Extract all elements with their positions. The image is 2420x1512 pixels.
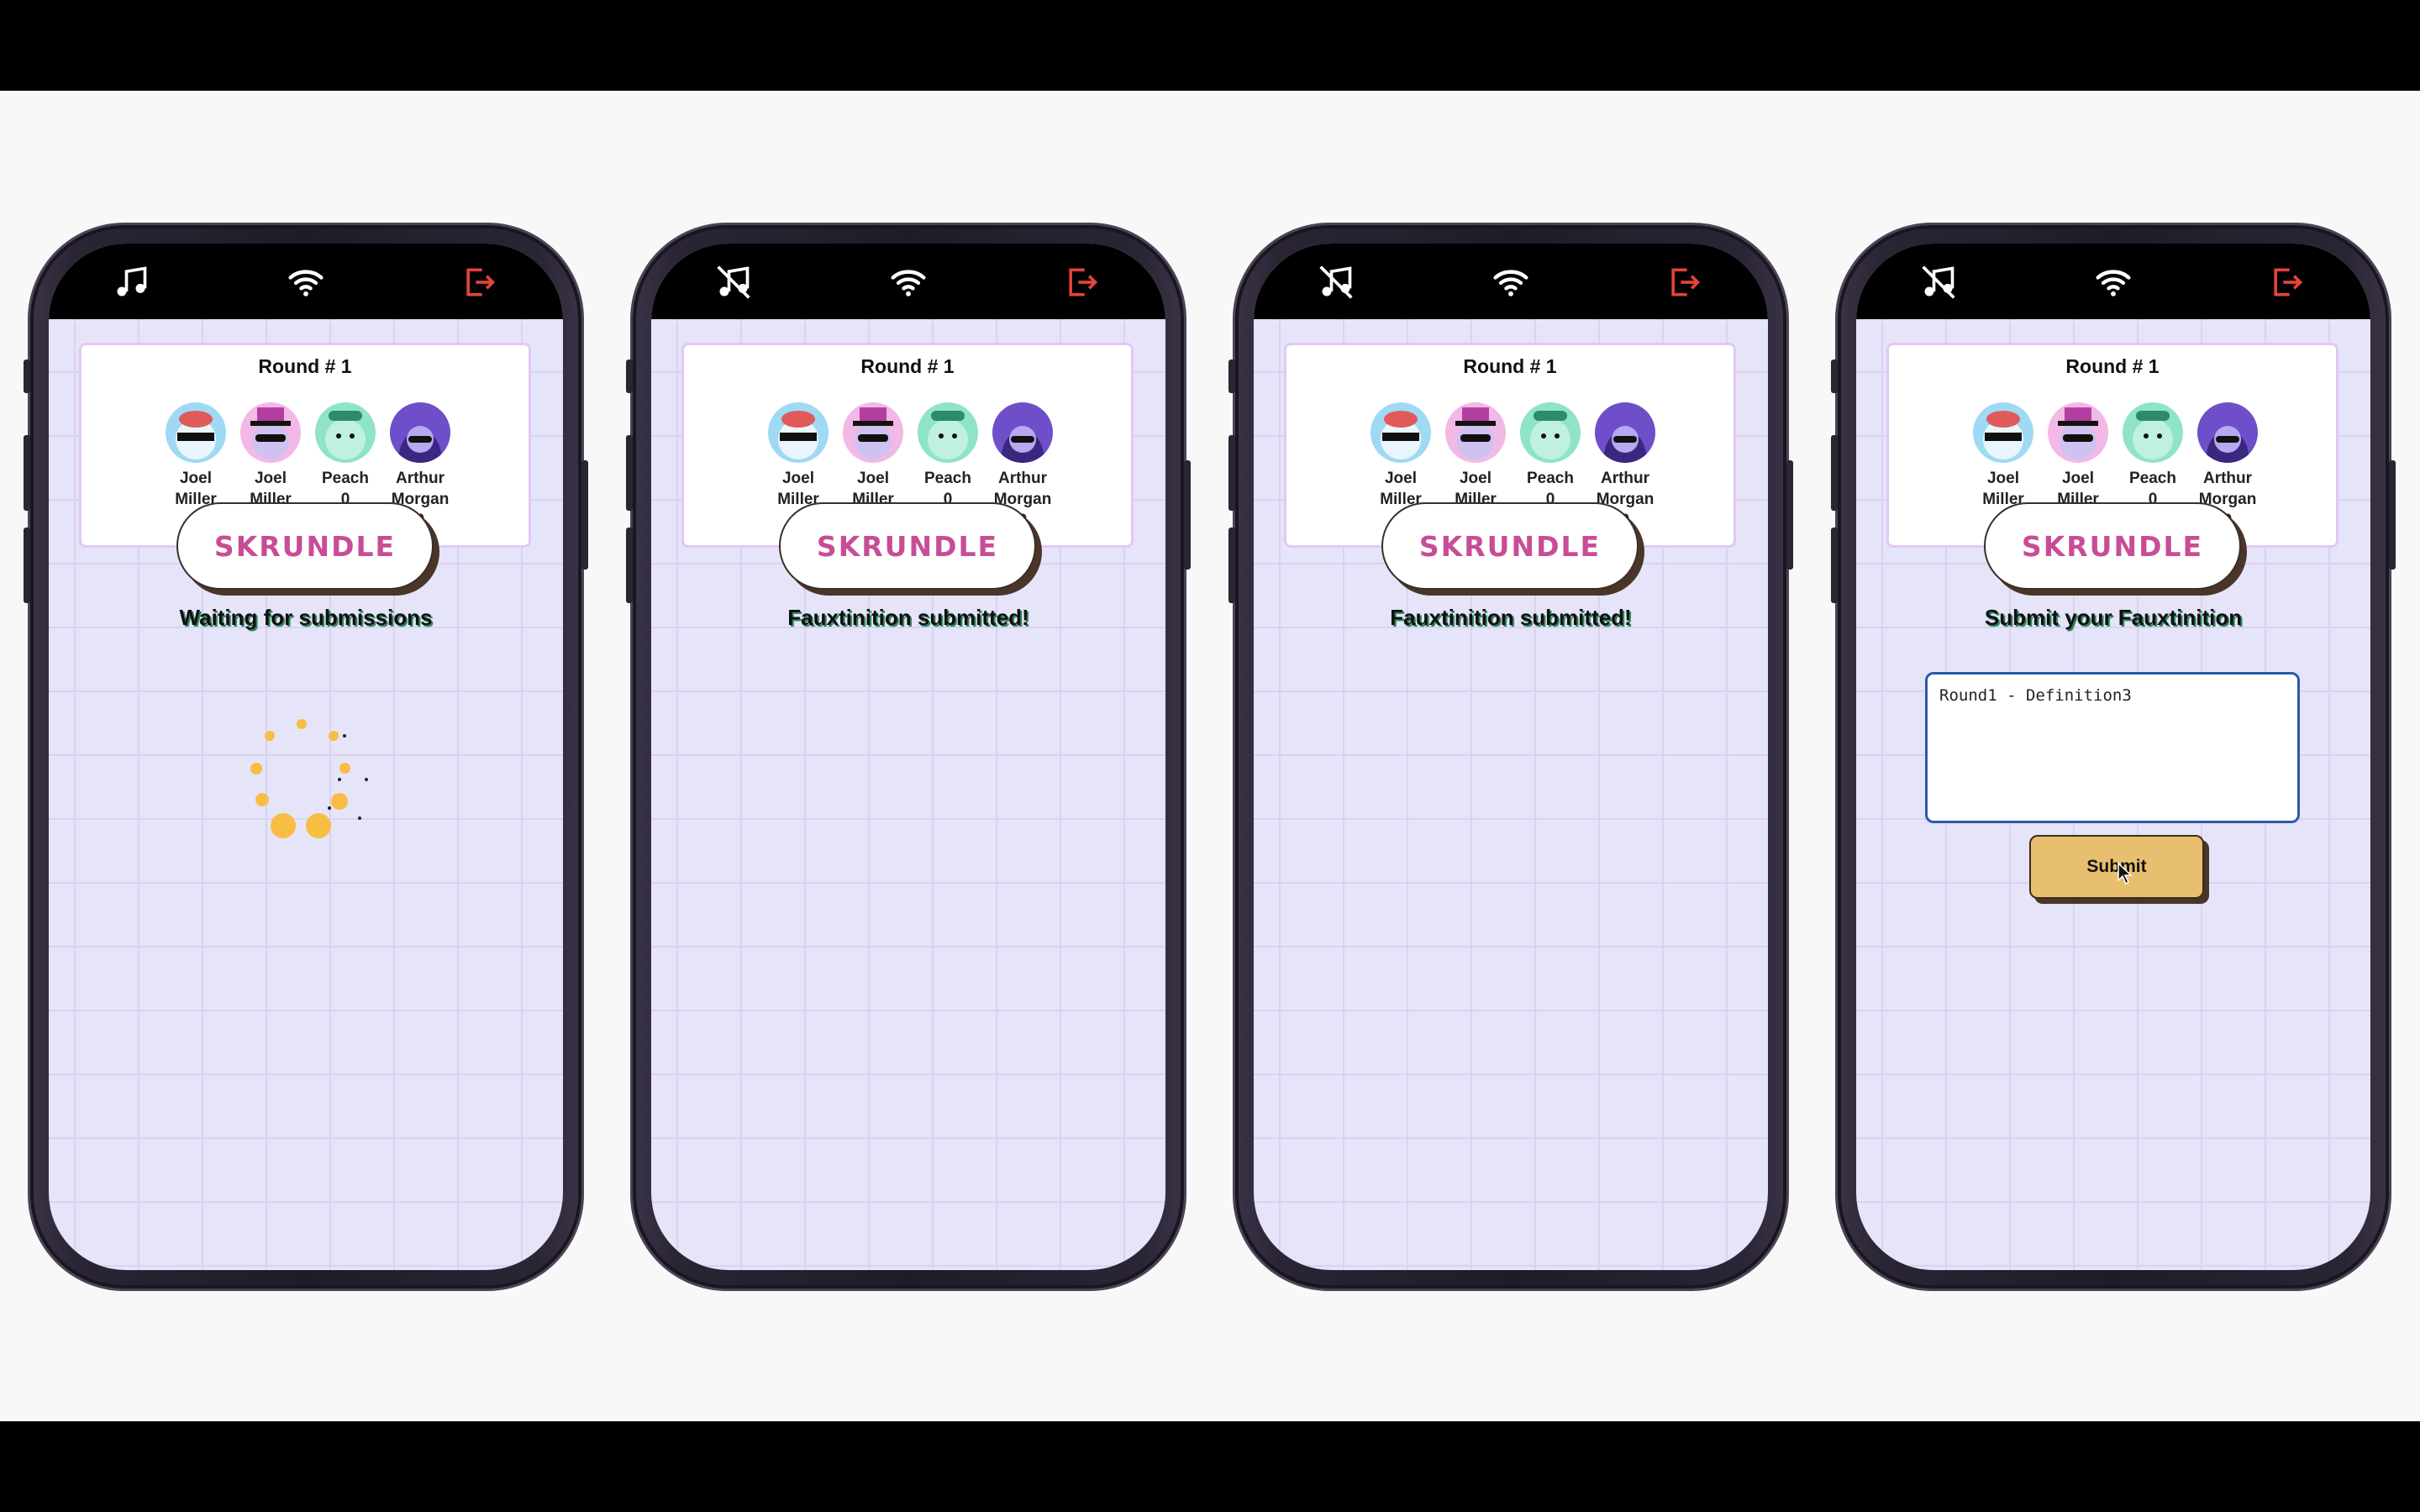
music-note-icon[interactable] (113, 264, 150, 301)
llama-red-hat-avatar (1370, 402, 1431, 463)
status-text: Waiting for submissions (179, 605, 433, 630)
status-text: Fauxtinition submitted! (1390, 605, 1632, 630)
llama-green-cap-avatar (2123, 402, 2183, 463)
skrundle-logo-button[interactable]: SKRUNDLE (176, 502, 434, 590)
exit-icon[interactable] (1063, 264, 1100, 301)
llama-red-hat-avatar (166, 402, 226, 463)
round-title: Round # 1 (258, 355, 352, 377)
llama-green-cap-avatar (315, 402, 376, 463)
phone-2: Round # 1 Joel Miller 0 Joel (626, 225, 1191, 1289)
music-off-icon[interactable] (715, 264, 752, 301)
phone-1: Round # 1 Joel Miller 0 Joel (24, 225, 588, 1289)
player-card: Peach 0 (308, 402, 382, 510)
skrundle-logo-button[interactable]: SKRUNDLE (1381, 502, 1639, 590)
definition-input[interactable]: Round1 - Definition3 (1925, 672, 2300, 823)
status-text: Submit your Fauxtinition (1984, 605, 2243, 630)
wifi-icon (891, 270, 926, 297)
loading-spinner (250, 719, 385, 853)
llama-red-hat-avatar (768, 402, 829, 463)
llama-hood-avatar (390, 402, 450, 463)
llama-red-hat-avatar (1973, 402, 2033, 463)
phone-screen: Round # 1 Joel Miller 0 Joel (49, 244, 563, 1270)
skrundle-logo-button[interactable]: SKRUNDLE (1984, 502, 2241, 590)
exit-icon[interactable] (460, 264, 497, 301)
llama-top-hat-avatar (2048, 402, 2108, 463)
exit-icon[interactable] (1665, 264, 1702, 301)
round-title: Round # 1 (860, 355, 955, 377)
wifi-icon (288, 270, 324, 297)
wifi-icon (1493, 270, 1528, 297)
exit-icon[interactable] (2268, 264, 2305, 301)
round-title: Round # 1 (1463, 355, 1557, 377)
phone-3: Round # 1 Joel Miller 0 Joel (1228, 225, 1793, 1289)
status-bar (49, 244, 563, 319)
music-off-icon[interactable] (1920, 264, 1957, 301)
status-bar (1254, 244, 1768, 319)
llama-top-hat-avatar (240, 402, 301, 463)
llama-hood-avatar (2197, 402, 2258, 463)
player-card: Peach 0 (911, 402, 985, 510)
status-bar (1856, 244, 2370, 319)
presentation-stage: Round # 1 Joel Miller 0 Joel (0, 91, 2420, 1421)
phone-screen: Round # 1 Joel Miller 0 Joel (1254, 244, 1768, 1270)
player-card: Peach 0 (2116, 402, 2190, 510)
llama-green-cap-avatar (918, 402, 978, 463)
phone-screen: Round # 1 Joel Miller 0 Joel (651, 244, 1165, 1270)
status-text: Fauxtinition submitted! (787, 605, 1029, 630)
llama-hood-avatar (992, 402, 1053, 463)
phone-screen: Round # 1 Joel Miller 0 Joel (1856, 244, 2370, 1270)
round-title: Round # 1 (2065, 355, 2160, 377)
phone-4: Round # 1 Joel Miller 0 Joel (1831, 225, 2396, 1289)
llama-top-hat-avatar (843, 402, 903, 463)
mouse-cursor-icon (2118, 862, 2133, 885)
llama-green-cap-avatar (1520, 402, 1581, 463)
llama-top-hat-avatar (1445, 402, 1506, 463)
wifi-icon (2096, 270, 2131, 297)
music-off-icon[interactable] (1318, 264, 1355, 301)
llama-hood-avatar (1595, 402, 1655, 463)
status-bar (651, 244, 1165, 319)
player-card: Peach 0 (1513, 402, 1587, 510)
skrundle-logo-button[interactable]: SKRUNDLE (779, 502, 1036, 590)
